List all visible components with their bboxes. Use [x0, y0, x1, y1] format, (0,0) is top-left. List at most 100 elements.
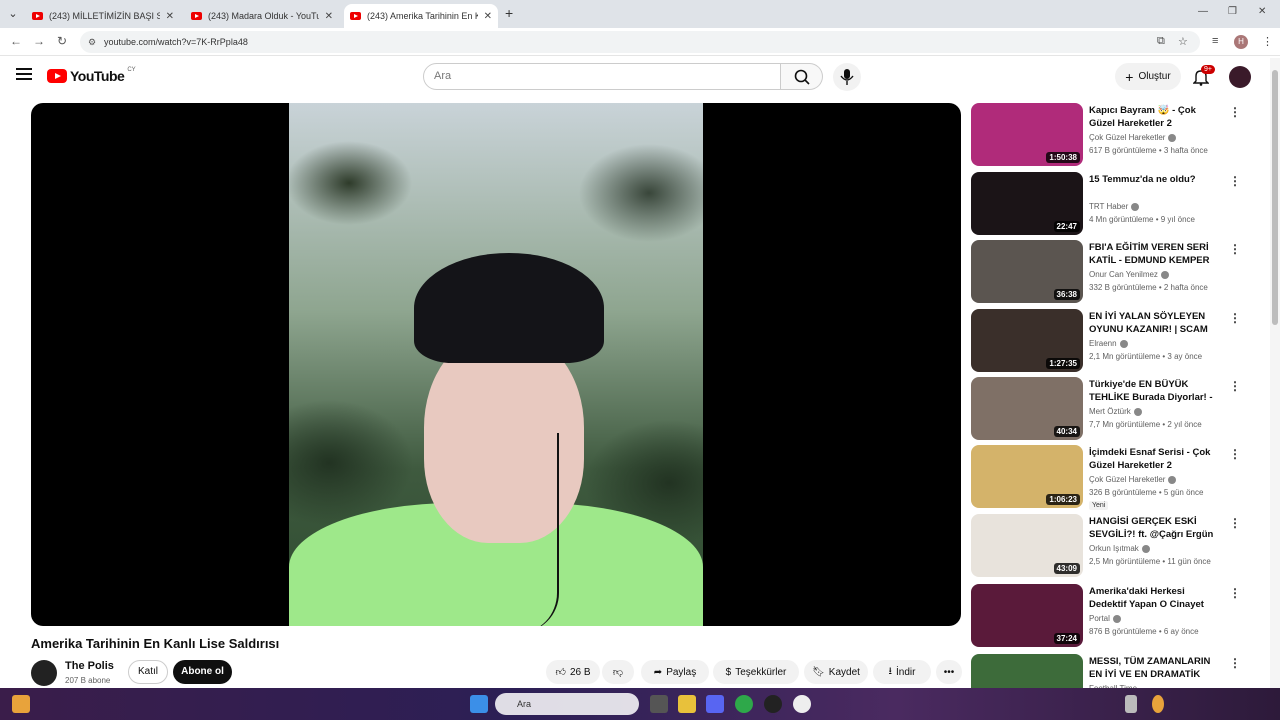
maximize-icon[interactable]: ❐: [1228, 6, 1237, 17]
more-options-icon[interactable]: ⋮: [1229, 379, 1241, 393]
recommendation-title[interactable]: 15 Temmuz'da ne oldu?: [1089, 173, 1219, 186]
reload-icon[interactable]: ↻: [57, 34, 67, 48]
browser-profile-avatar[interactable]: H: [1234, 35, 1248, 49]
thanks-button[interactable]: $ Teşekkürler: [713, 660, 799, 684]
save-button[interactable]: 🔖︎ Kaydet: [804, 660, 868, 684]
guide-menu-icon[interactable]: [16, 68, 32, 82]
chrome-icon[interactable]: [735, 695, 753, 713]
reading-list-icon[interactable]: ≡: [1212, 35, 1218, 47]
recommendation-title[interactable]: HANGİSİ GERÇEK ESKİ SEVGİLİ?! ft. @Çağrı…: [1089, 515, 1219, 541]
account-avatar[interactable]: [1229, 66, 1251, 88]
task-view-icon[interactable]: [650, 695, 668, 713]
app-icon[interactable]: [793, 695, 811, 713]
browser-tab-1[interactable]: (243) MİLLETİMİZİN BAŞI SAĞ O ✕: [26, 4, 180, 28]
more-options-icon[interactable]: ⋮: [1229, 242, 1241, 256]
recommendation-channel[interactable]: Onur Can Yenilmez: [1089, 270, 1169, 279]
recommendation-channel[interactable]: Elraenn: [1089, 339, 1128, 348]
recommendation-channel[interactable]: Portal: [1089, 614, 1121, 623]
recommendation-meta: 2,1 Mn görüntüleme • 3 ay önce: [1089, 352, 1203, 361]
recommendation-channel[interactable]: Orkun Işıtmak: [1089, 544, 1150, 553]
create-button[interactable]: + Oluştur: [1115, 63, 1181, 90]
tray-app-icon[interactable]: [1152, 695, 1164, 713]
system-tray-icon[interactable]: [1125, 695, 1137, 713]
recommendation-item[interactable]: 40:34 Türkiye'de EN BÜYÜK TEHLİKE Burada …: [971, 377, 1261, 441]
recommendation-item[interactable]: 37:24 Amerika'daki Herkesi Dedektif Yapan…: [971, 584, 1261, 648]
dislike-button[interactable]: 👎︎: [602, 660, 634, 684]
more-options-icon[interactable]: ⋮: [1229, 656, 1241, 670]
search-button[interactable]: [781, 63, 823, 90]
person-cap: [414, 253, 604, 363]
tab-search-button[interactable]: ⌄: [4, 5, 22, 23]
thumbs-down-icon: 👎︎: [612, 667, 624, 678]
file-explorer-icon[interactable]: [678, 695, 696, 713]
recommendation-title[interactable]: İçimdeki Esnaf Serisi - Çok Güzel Hareke…: [1089, 446, 1219, 472]
video-thumbnail[interactable]: 40:34: [971, 377, 1083, 440]
download-button[interactable]: ⭳ İndir: [873, 660, 931, 684]
start-menu-icon[interactable]: [470, 695, 488, 713]
recommendation-channel[interactable]: Çok Güzel Hareketler: [1089, 133, 1177, 142]
recommendation-channel[interactable]: TRT Haber: [1089, 202, 1140, 211]
url-field[interactable]: ⚙ youtube.com/watch?v=7K-RrPpla48: [80, 31, 1200, 53]
join-button[interactable]: Katıl: [128, 660, 168, 684]
channel-avatar[interactable]: [31, 660, 57, 686]
recommendation-item[interactable]: 1:06:23 İçimdeki Esnaf Serisi - Çok Güzel…: [971, 445, 1261, 510]
more-options-icon[interactable]: ⋮: [1229, 174, 1241, 188]
recommendation-item[interactable]: 1:50:38 Kapıcı Bayram 🤯 - Çok Güzel Harek…: [971, 103, 1261, 167]
video-player[interactable]: [31, 103, 961, 626]
close-tab-icon[interactable]: ✕: [166, 11, 174, 22]
voice-search-button[interactable]: [833, 63, 861, 91]
share-button[interactable]: ➦ Paylaş: [641, 660, 709, 684]
discord-icon[interactable]: [706, 695, 724, 713]
scrollbar-thumb[interactable]: [1272, 70, 1278, 325]
video-thumbnail[interactable]: 1:06:23: [971, 445, 1083, 508]
steam-icon[interactable]: [764, 695, 782, 713]
minimize-icon[interactable]: —: [1198, 6, 1208, 17]
video-thumbnail[interactable]: 43:09: [971, 514, 1083, 577]
recommendation-title[interactable]: EN İYİ YALAN SÖYLEYEN OYUNU KAZANIR! | S…: [1089, 310, 1219, 337]
taskbar-search-input[interactable]: Ara: [495, 693, 639, 715]
recommendation-item[interactable]: 22:47 15 Temmuz'da ne oldu? TRT Haber 4 Mn …: [971, 172, 1261, 236]
like-button[interactable]: 👍︎ 26 B: [546, 660, 600, 684]
search-input[interactable]: Ara: [423, 63, 781, 90]
recommendation-title[interactable]: Amerika'daki Herkesi Dedektif Yapan O Ci…: [1089, 585, 1219, 611]
video-thumbnail[interactable]: 22:47: [971, 172, 1083, 235]
bookmark-star-icon[interactable]: ☆: [1178, 35, 1188, 48]
recommendation-title[interactable]: MESSI, TÜM ZAMANLARIN EN İYİ VE EN DRAMA…: [1089, 655, 1219, 682]
recommendation-channel[interactable]: Çok Güzel Hareketler: [1089, 475, 1177, 484]
new-tab-icon[interactable]: +: [505, 5, 513, 21]
recommendation-item[interactable]: 1:27:35 EN İYİ YALAN SÖYLEYEN OYUNU KAZAN…: [971, 309, 1261, 373]
recommendation-channel[interactable]: Mert Öztürk: [1089, 407, 1142, 416]
recommendation-item[interactable]: 36:38 FBI'A EĞİTİM VEREN SERİ KATİL - EDM…: [971, 240, 1261, 304]
browser-menu-icon[interactable]: ⋮: [1262, 35, 1273, 48]
browser-tab-3[interactable]: (243) Amerika Tarihinin En Kanlı ✕: [344, 4, 498, 28]
subscribe-button[interactable]: Abone ol: [173, 660, 232, 684]
forward-icon[interactable]: →: [33, 34, 45, 48]
recommendation-title[interactable]: FBI'A EĞİTİM VEREN SERİ KATİL - EDMUND K…: [1089, 241, 1219, 267]
close-tab-icon[interactable]: ✕: [484, 11, 492, 22]
video-duration: 37:24: [1053, 633, 1080, 644]
youtube-logo[interactable]: YouTube CY: [47, 67, 136, 84]
page-scrollbar[interactable]: [1270, 58, 1280, 688]
close-window-icon[interactable]: ✕: [1258, 6, 1266, 17]
video-thumbnail[interactable]: 1:50:38: [971, 103, 1083, 166]
more-options-icon[interactable]: ⋮: [1229, 447, 1241, 461]
video-thumbnail[interactable]: 37:24: [971, 584, 1083, 647]
recommendation-title[interactable]: Türkiye'de EN BÜYÜK TEHLİKE Burada Diyor…: [1089, 378, 1219, 405]
close-tab-icon[interactable]: ✕: [325, 11, 333, 22]
browser-tab-2[interactable]: (243) Madara Olduk - YouTube ✕: [185, 4, 339, 28]
back-icon[interactable]: ←: [10, 34, 22, 48]
video-thumbnail[interactable]: 36:38: [971, 240, 1083, 303]
recommendation-title[interactable]: Kapıcı Bayram 🤯 - Çok Güzel Hareketler 2: [1089, 104, 1219, 130]
channel-name[interactable]: The Polis: [65, 660, 114, 672]
video-frame: [289, 103, 703, 626]
more-options-icon[interactable]: ⋮: [1229, 516, 1241, 530]
install-app-icon[interactable]: ⧉: [1157, 35, 1165, 48]
more-actions-button[interactable]: •••: [936, 660, 962, 684]
weather-widget-icon[interactable]: [12, 695, 30, 713]
more-options-icon[interactable]: ⋮: [1229, 311, 1241, 325]
more-options-icon[interactable]: ⋮: [1229, 105, 1241, 119]
recommendation-item[interactable]: 43:09 HANGİSİ GERÇEK ESKİ SEVGİLİ?! ft. @…: [971, 514, 1261, 578]
site-info-icon[interactable]: ⚙: [88, 31, 96, 53]
more-options-icon[interactable]: ⋮: [1229, 586, 1241, 600]
video-thumbnail[interactable]: 1:27:35: [971, 309, 1083, 372]
